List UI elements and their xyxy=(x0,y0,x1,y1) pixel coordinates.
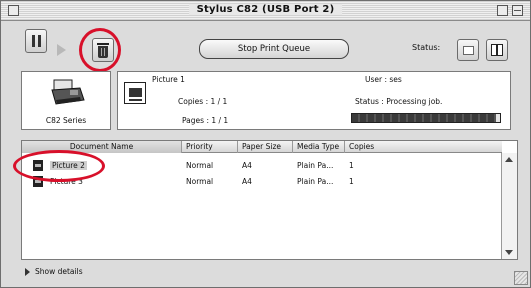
column-header-media-type[interactable]: Media Type xyxy=(293,141,345,153)
stop-print-queue-button[interactable]: Stop Print Queue xyxy=(199,39,349,59)
columns-icon xyxy=(491,44,503,56)
ink-level-button[interactable] xyxy=(457,39,479,61)
scroll-down-icon[interactable] xyxy=(505,250,513,255)
zoom-box-icon[interactable] xyxy=(497,5,508,16)
current-job-panel: Picture 1 Copies : 1 / 1 Pages : 1 / 1 U… xyxy=(117,71,511,130)
disclosure-triangle-icon[interactable] xyxy=(25,267,30,276)
close-box-icon[interactable] xyxy=(8,5,19,16)
current-job-user: User : ses xyxy=(365,75,402,84)
pause-icon xyxy=(31,35,41,47)
scroll-up-icon[interactable] xyxy=(505,157,513,162)
pause-button[interactable] xyxy=(25,29,47,53)
row-copies: 1 xyxy=(349,176,354,186)
play-icon xyxy=(56,44,66,56)
window-title: Stylus C82 (USB Port 2) xyxy=(188,4,343,15)
show-details-label: Show details xyxy=(35,267,83,276)
printer-icon xyxy=(51,79,85,105)
row-paper-size: A4 xyxy=(242,160,252,170)
job-progress-fill xyxy=(352,114,496,122)
column-header-paper-size[interactable]: Paper Size xyxy=(238,141,293,153)
ink-level-icon xyxy=(462,45,474,55)
current-job-status: Status : Processing job. xyxy=(355,97,443,106)
current-job-name: Picture 1 xyxy=(152,75,185,84)
current-job-pages: Pages : 1 / 1 xyxy=(182,116,229,125)
current-job-copies: Copies : 1 / 1 xyxy=(178,97,228,106)
show-details-toggle[interactable]: Show details xyxy=(25,267,83,276)
print-queue-window: Stylus C82 (USB Port 2) Stop Print Queue… xyxy=(0,0,531,288)
row-copies: 1 xyxy=(349,160,354,170)
row-media-type: Plain Pa... xyxy=(297,160,334,170)
highlight-circle-delete xyxy=(79,28,121,72)
resize-grip-icon[interactable] xyxy=(514,271,528,285)
highlight-circle-row xyxy=(13,150,105,182)
job-progress-bar xyxy=(351,113,501,123)
row-priority: Normal xyxy=(186,176,214,186)
row-paper-size: A4 xyxy=(242,176,252,186)
resume-button[interactable] xyxy=(50,39,72,61)
row-media-type: Plain Pa... xyxy=(297,176,334,186)
table-header: Document Name Priority Paper Size Media … xyxy=(22,141,502,153)
printer-info-panel: C82 Series xyxy=(21,71,111,130)
column-header-copies[interactable]: Copies xyxy=(345,141,502,153)
row-priority: Normal xyxy=(186,160,214,170)
collapse-box-icon[interactable] xyxy=(512,5,523,16)
status-label: Status: xyxy=(412,43,441,52)
column-header-priority[interactable]: Priority xyxy=(182,141,238,153)
columns-button[interactable] xyxy=(486,39,508,61)
vertical-scrollbar[interactable] xyxy=(501,153,517,259)
title-bar[interactable]: Stylus C82 (USB Port 2) xyxy=(1,1,530,21)
document-icon xyxy=(124,82,146,104)
printer-name: C82 Series xyxy=(45,116,87,125)
